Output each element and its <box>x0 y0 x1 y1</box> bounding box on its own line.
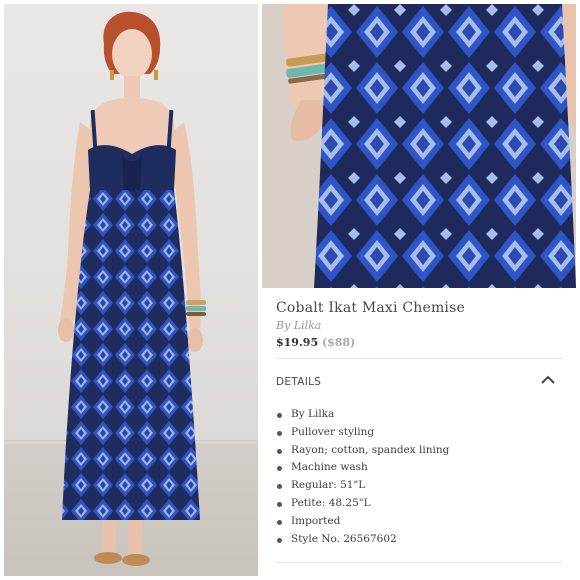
product-info-panel: Cobalt Ikat Maxi Chemise By Lilka $19.95… <box>262 290 576 576</box>
model-illustration <box>58 11 206 566</box>
product-collage: Cobalt Ikat Maxi Chemise By Lilka $19.95… <box>0 0 580 580</box>
list-item: Style No. 26567602 <box>276 531 449 549</box>
divider <box>276 358 562 359</box>
list-item: Petite: 48.25"L <box>276 495 449 513</box>
details-list: By Lilka Pullover styling Rayon; cotton,… <box>276 406 449 548</box>
list-item: Imported <box>276 513 449 531</box>
list-item: Regular: 51"L <box>276 477 449 495</box>
original-price: ($88) <box>321 336 356 349</box>
list-item: Machine wash <box>276 459 449 477</box>
chevron-up-icon[interactable] <box>538 372 558 388</box>
divider <box>276 562 562 563</box>
details-heading[interactable]: DETAILS <box>276 376 321 388</box>
bullet-icon <box>277 501 282 507</box>
product-price: $19.95 ($88) <box>276 336 355 349</box>
list-item: Pullover styling <box>276 424 449 442</box>
list-item: Rayon; cotton, spandex lining <box>276 442 449 460</box>
sale-price: $19.95 <box>276 336 319 349</box>
product-title: Cobalt Ikat Maxi Chemise <box>276 300 465 316</box>
bullet-icon <box>277 466 282 472</box>
fabric-closeup-photo[interactable] <box>262 4 576 288</box>
bullet-icon <box>277 537 282 543</box>
model-photo[interactable] <box>4 4 258 576</box>
bullet-icon <box>277 484 282 490</box>
product-brand[interactable]: By Lilka <box>276 319 321 332</box>
list-item: By Lilka <box>276 406 449 424</box>
bullet-icon <box>277 413 282 418</box>
bullet-icon <box>277 448 282 454</box>
fabric-illustration <box>262 4 576 288</box>
bullet-icon <box>277 519 282 525</box>
bullet-icon <box>277 430 282 436</box>
